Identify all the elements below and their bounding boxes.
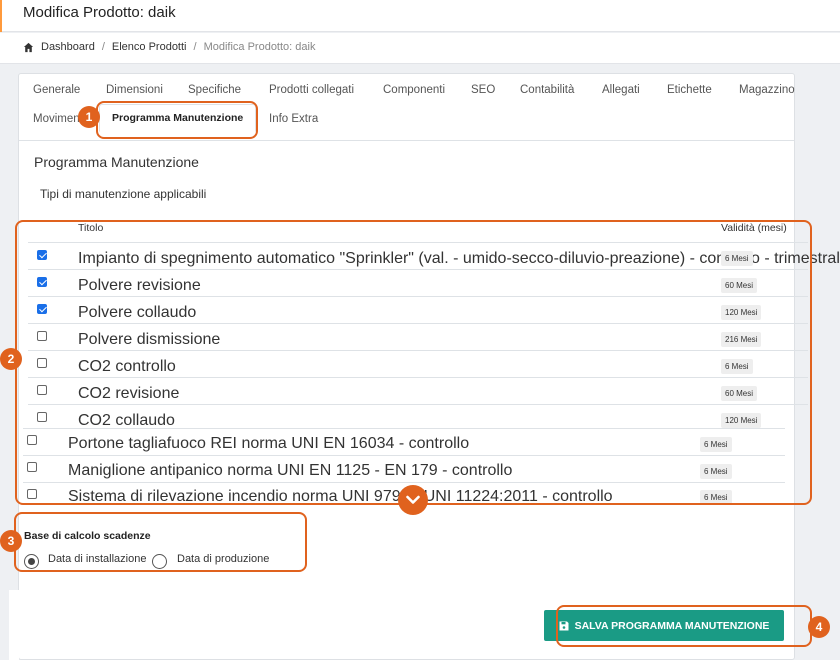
row-title: Polvere collaudo [78,304,197,321]
validity-badge: 216 Mesi [721,332,762,347]
row-checkbox[interactable] [37,304,47,314]
top-bar: Modifica Prodotto: daik [0,0,840,32]
breadcrumb-separator: / [193,41,197,53]
tab-info-extra[interactable]: Info Extra [269,113,318,125]
breadcrumb-elenco-prodotti[interactable]: Elenco Prodotti [112,41,187,53]
floppy-disk-icon [559,621,569,631]
tab-magazzino[interactable]: Magazzino [739,84,795,96]
card-edge [9,590,19,660]
table-row[interactable]: Polvere revisione 60 Mesi [28,269,808,296]
table-row[interactable]: Maniglione antipanico norma UNI EN 1125 … [23,455,785,482]
radio-production-label[interactable]: Data di produzione [177,553,269,565]
marker-3: 3 [0,530,22,552]
row-title: CO2 controllo [78,358,176,375]
page-title: Modifica Prodotto: daik [23,4,176,21]
table-row[interactable]: Polvere collaudo 120 Mesi [28,296,808,323]
section-subtitle: Tipi di manutenzione applicabili [40,187,207,201]
base-calc-title: Base di calcolo scadenze [24,530,151,542]
row-checkbox[interactable] [37,277,47,287]
tab-etichette[interactable]: Etichette [667,84,712,96]
radio-installation-date[interactable] [24,554,39,569]
left-accent-strip [0,0,2,32]
radio-installation-label[interactable]: Data di installazione [48,553,146,565]
tab-programma-manutenzione[interactable]: Programma Manutenzione [99,104,257,132]
radio-production-date[interactable] [152,554,167,569]
tab-contabilita[interactable]: Contabilità [520,84,574,96]
tab-specifiche[interactable]: Specifiche [188,84,241,96]
breadcrumb-current: Modifica Prodotto: daik [203,41,316,53]
row-checkbox[interactable] [27,462,37,472]
column-header-title: Titolo [78,222,104,234]
marker-1: 1 [78,106,100,128]
tab-allegati[interactable]: Allegati [602,84,640,96]
table-row[interactable]: CO2 controllo 6 Mesi [28,350,808,377]
row-title: Maniglione antipanico norma UNI EN 1125 … [68,462,513,479]
breadcrumb-separator: / [101,41,105,53]
validity-badge: 6 Mesi [700,437,732,452]
tab-prodotti-collegati[interactable]: Prodotti collegati [269,84,354,96]
tab-generale[interactable]: Generale [33,84,80,96]
row-checkbox[interactable] [37,385,47,395]
validity-badge: 6 Mesi [721,359,753,374]
save-maintenance-button[interactable]: SALVA PROGRAMMA MANUTENZIONE [544,610,784,641]
table-row[interactable]: CO2 revisione 60 Mesi [28,377,808,404]
validity-badge: 120 Mesi [721,413,762,428]
validity-badge: 6 Mesi [721,251,753,266]
table-row[interactable]: Impianto di spegnimento automatico "Spri… [28,242,840,269]
validity-badge: 120 Mesi [721,305,762,320]
scroll-down-icon[interactable] [398,485,428,515]
tab-dimensioni[interactable]: Dimensioni [106,84,163,96]
row-title: Polvere dismissione [78,331,221,348]
row-checkbox[interactable] [27,435,37,445]
row-checkbox[interactable] [37,412,47,422]
row-title: Polvere revisione [78,277,201,294]
breadcrumb: Dashboard / Elenco Prodotti / Modifica P… [23,41,315,53]
marker-4: 4 [808,616,830,638]
marker-2: 2 [0,348,22,370]
tab-movimenti[interactable]: Movimen [33,113,80,125]
tab-componenti[interactable]: Componenti [383,84,445,96]
table-row[interactable]: CO2 collaudo 120 Mesi [28,404,808,429]
breadcrumb-dashboard[interactable]: Dashboard [41,41,95,53]
breadcrumb-bar: Dashboard / Elenco Prodotti / Modifica P… [0,33,840,64]
save-button-label: SALVA PROGRAMMA MANUTENZIONE [574,619,770,632]
home-icon[interactable] [23,42,34,53]
validity-badge: 6 Mesi [700,464,732,479]
row-checkbox[interactable] [37,250,47,260]
validity-badge: 6 Mesi [700,490,732,505]
column-header-validity: Validità (mesi) [721,222,787,234]
row-title: Portone tagliafuoco REI norma UNI EN 160… [68,435,470,452]
row-title: Sistema di rilevazione incendio norma UN… [68,488,613,505]
row-title: CO2 revisione [78,385,180,402]
tab-seo[interactable]: SEO [471,84,495,96]
validity-badge: 60 Mesi [721,386,758,401]
row-checkbox[interactable] [27,489,37,499]
validity-badge: 60 Mesi [721,278,758,293]
tab-bar: Generale Dimensioni Specifiche Prodotti … [19,74,795,141]
row-checkbox[interactable] [37,358,47,368]
table-row[interactable]: Portone tagliafuoco REI norma UNI EN 160… [23,428,785,455]
section-title: Programma Manutenzione [34,154,199,170]
row-checkbox[interactable] [37,331,47,341]
table-row[interactable]: Polvere dismissione 216 Mesi [28,323,808,350]
